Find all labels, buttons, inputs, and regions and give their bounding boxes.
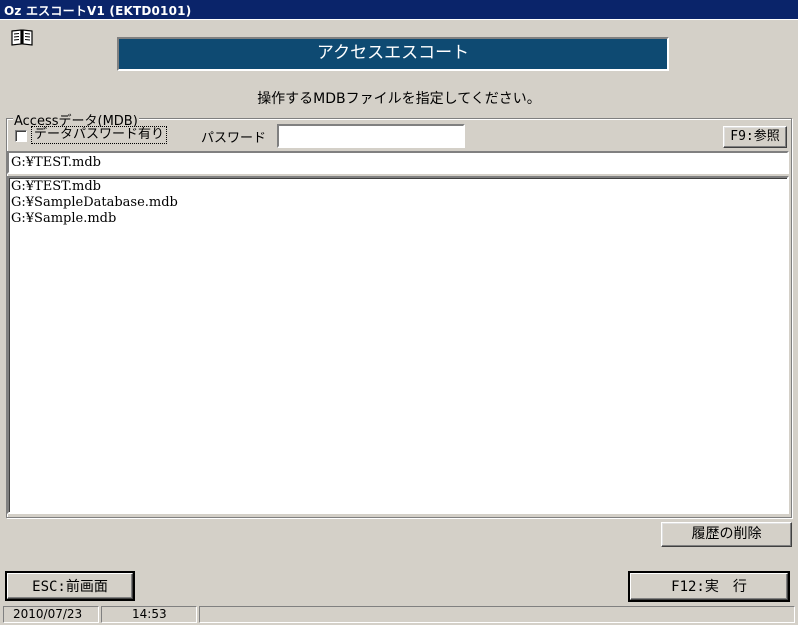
clear-history-button[interactable]: 履歴の削除	[661, 522, 792, 547]
window-title-bar[interactable]: Oz エスコートV1 (EKTD0101)	[0, 0, 798, 20]
page-title-banner: アクセスエスコート	[117, 37, 669, 71]
list-item[interactable]: G:¥TEST.mdb	[11, 179, 785, 195]
password-input[interactable]	[277, 124, 465, 148]
password-checkbox[interactable]	[15, 130, 27, 142]
status-date: 2010/07/23	[3, 606, 99, 623]
password-label: パスワード	[201, 131, 267, 146]
status-message	[199, 606, 795, 623]
status-time: 14:53	[101, 606, 197, 623]
window-title: Oz エスコートV1 (EKTD0101)	[4, 4, 192, 18]
mdb-history-list[interactable]: G:¥TEST.mdb G:¥SampleDatabase.mdb G:¥Sam…	[7, 176, 789, 514]
list-item[interactable]: G:¥Sample.mdb	[11, 211, 785, 227]
execute-button[interactable]: F12:実 行	[628, 571, 790, 602]
instruction-text: 操作するMDBファイルを指定してください。	[257, 91, 541, 107]
open-book-icon[interactable]	[10, 27, 34, 47]
password-checkbox-label[interactable]: データパスワード有り	[31, 126, 168, 144]
back-button[interactable]: ESC:前画面	[5, 571, 135, 601]
execute-button-label: F12:実 行	[630, 573, 788, 600]
back-button-label: ESC:前画面	[7, 573, 133, 599]
list-item[interactable]: G:¥SampleDatabase.mdb	[11, 195, 785, 211]
mdb-path-input[interactable]	[7, 151, 789, 174]
browse-button[interactable]: F9:参照	[723, 126, 787, 148]
